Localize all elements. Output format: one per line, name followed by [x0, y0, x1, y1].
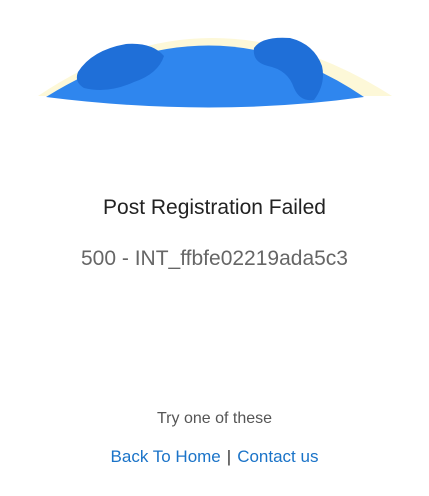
help-hint: Try one of these: [156, 410, 273, 427]
globe-illustration-icon: [0, 0, 429, 130]
error-title: Post Registration Failed: [103, 196, 326, 219]
contact-us-link[interactable]: Contact us: [237, 447, 318, 466]
back-to-home-link[interactable]: Back To Home: [111, 447, 221, 466]
help-links: Back To Home | Contact us: [0, 447, 429, 467]
error-code: 500 - INT_ffbfe02219ada5c3: [81, 247, 348, 270]
link-separator: |: [226, 447, 232, 466]
